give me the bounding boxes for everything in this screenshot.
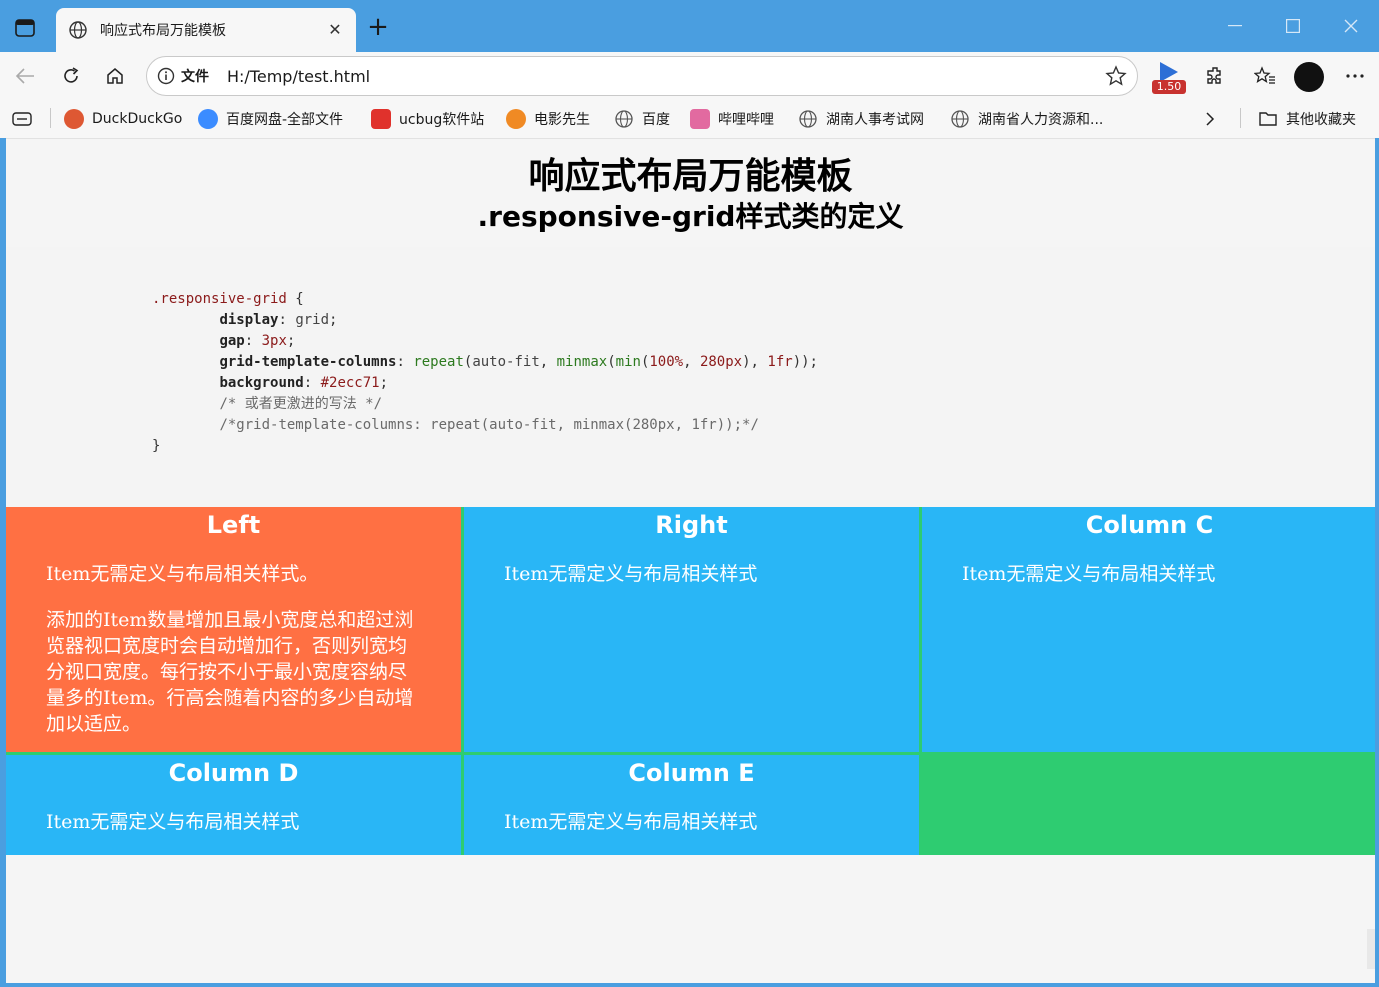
item-text: Item无需定义与布局相关样式。 xyxy=(46,563,319,585)
grid-item-right: Right Item无需定义与布局相关样式 xyxy=(464,507,919,752)
grid-item-column-c: Column C Item无需定义与布局相关样式 xyxy=(922,507,1375,752)
back-arrow-icon[interactable] xyxy=(10,62,40,90)
bookmark-item[interactable]: ucbug软件站 xyxy=(371,108,484,130)
bookmark-item[interactable]: DuckDuckGo xyxy=(64,108,182,130)
item-title: Column D xyxy=(168,759,299,787)
globe-icon xyxy=(950,109,970,129)
responsive-grid: Left Item无需定义与布局相关样式。 添加的Item数量增加且最小宽度总和… xyxy=(6,507,1375,855)
chevron-right-icon[interactable] xyxy=(1204,108,1216,130)
address-bar[interactable]: 文件 H:/Temp/test.html xyxy=(146,56,1138,96)
duckduckgo-icon xyxy=(64,109,84,129)
bookmark-item[interactable]: 电影先生 xyxy=(506,108,590,130)
video-speed-extension-icon[interactable]: 1.50 xyxy=(1152,60,1186,96)
item-text: Item无需定义与布局相关样式 xyxy=(962,563,1216,585)
grid-item-column-d: Column D Item无需定义与布局相关样式 xyxy=(6,755,461,855)
grid-item-column-e: Column E Item无需定义与布局相关样式 xyxy=(464,755,919,855)
globe-icon xyxy=(614,109,634,129)
info-icon[interactable] xyxy=(157,67,175,85)
item-title: Left xyxy=(206,511,261,539)
bilibili-icon xyxy=(690,109,710,129)
reading-list-icon[interactable] xyxy=(12,108,32,130)
scrollbar[interactable] xyxy=(1367,929,1375,969)
item-title: Column C xyxy=(1085,511,1214,539)
extensions-icon[interactable] xyxy=(1200,62,1230,90)
address-scheme: 文件 xyxy=(181,69,209,85)
new-tab-icon[interactable]: + xyxy=(364,14,392,42)
more-options-icon[interactable] xyxy=(1340,62,1370,90)
page-subtitle: .responsive-grid样式类的定义 xyxy=(477,200,904,233)
bookmark-item[interactable]: 百度 xyxy=(614,108,670,130)
bookmark-item[interactable]: 湖南省人力资源和... xyxy=(950,108,1103,130)
item-text: Item无需定义与布局相关样式 xyxy=(504,811,758,833)
item-text: 添加的Item数量增加且最小宽度总和超过浏览器视口宽度时会自动增加行，否则列宽均… xyxy=(46,609,414,735)
bookmark-item[interactable]: 百度网盘-全部文件 xyxy=(198,108,343,130)
address-url[interactable]: H:/Temp/test.html xyxy=(227,67,1105,86)
folder-icon xyxy=(1258,109,1278,129)
title-bar: 响应式布局万能模板 ✕ + xyxy=(0,0,1379,52)
maximize-icon[interactable] xyxy=(1278,12,1308,40)
favorite-star-icon[interactable] xyxy=(1105,65,1127,87)
item-title: Right xyxy=(655,511,728,539)
minimize-icon[interactable] xyxy=(1220,12,1250,40)
browser-tab[interactable]: 响应式布局万能模板 ✕ xyxy=(56,8,356,52)
favorites-icon[interactable] xyxy=(1250,62,1280,90)
refresh-icon[interactable] xyxy=(56,62,86,90)
tab-title: 响应式布局万能模板 xyxy=(100,23,226,39)
movie-icon xyxy=(506,109,526,129)
item-title: Column E xyxy=(628,759,755,787)
bookmarks-separator xyxy=(50,108,51,128)
bookmarks-separator xyxy=(1240,108,1241,128)
page-viewport: 响应式布局万能模板 .responsive-grid样式类的定义 .respon… xyxy=(6,138,1375,983)
grid-item-left: Left Item无需定义与布局相关样式。 添加的Item数量增加且最小宽度总和… xyxy=(6,507,461,752)
page-title: 响应式布局万能模板 xyxy=(528,156,853,197)
bookmarks-bar: DuckDuckGo 百度网盘-全部文件 ucbug软件站 电影先生 百度 哔哩… xyxy=(0,100,1379,138)
other-bookmarks-folder[interactable]: 其他收藏夹 xyxy=(1258,108,1356,130)
css-code: .responsive-grid { display: grid; gap: 3… xyxy=(152,291,818,454)
ucbug-icon xyxy=(371,109,391,129)
close-window-icon[interactable] xyxy=(1336,12,1366,40)
close-tab-icon[interactable]: ✕ xyxy=(326,21,344,39)
home-icon[interactable] xyxy=(100,62,130,90)
item-text: Item无需定义与布局相关样式 xyxy=(46,811,300,833)
item-text: Item无需定义与布局相关样式 xyxy=(504,563,758,585)
globe-icon xyxy=(798,109,818,129)
sidebar-toggle-icon[interactable] xyxy=(10,14,40,42)
code-block: .responsive-grid { display: grid; gap: 3… xyxy=(6,247,1375,507)
globe-icon xyxy=(68,20,88,40)
bookmark-item[interactable]: 湖南人事考试网 xyxy=(798,108,924,130)
bookmark-item[interactable]: 哔哩哔哩 xyxy=(690,108,774,130)
playback-rate-label: 1.50 xyxy=(1152,80,1186,94)
baidu-netdisk-icon xyxy=(198,109,218,129)
profile-avatar[interactable] xyxy=(1294,62,1324,92)
